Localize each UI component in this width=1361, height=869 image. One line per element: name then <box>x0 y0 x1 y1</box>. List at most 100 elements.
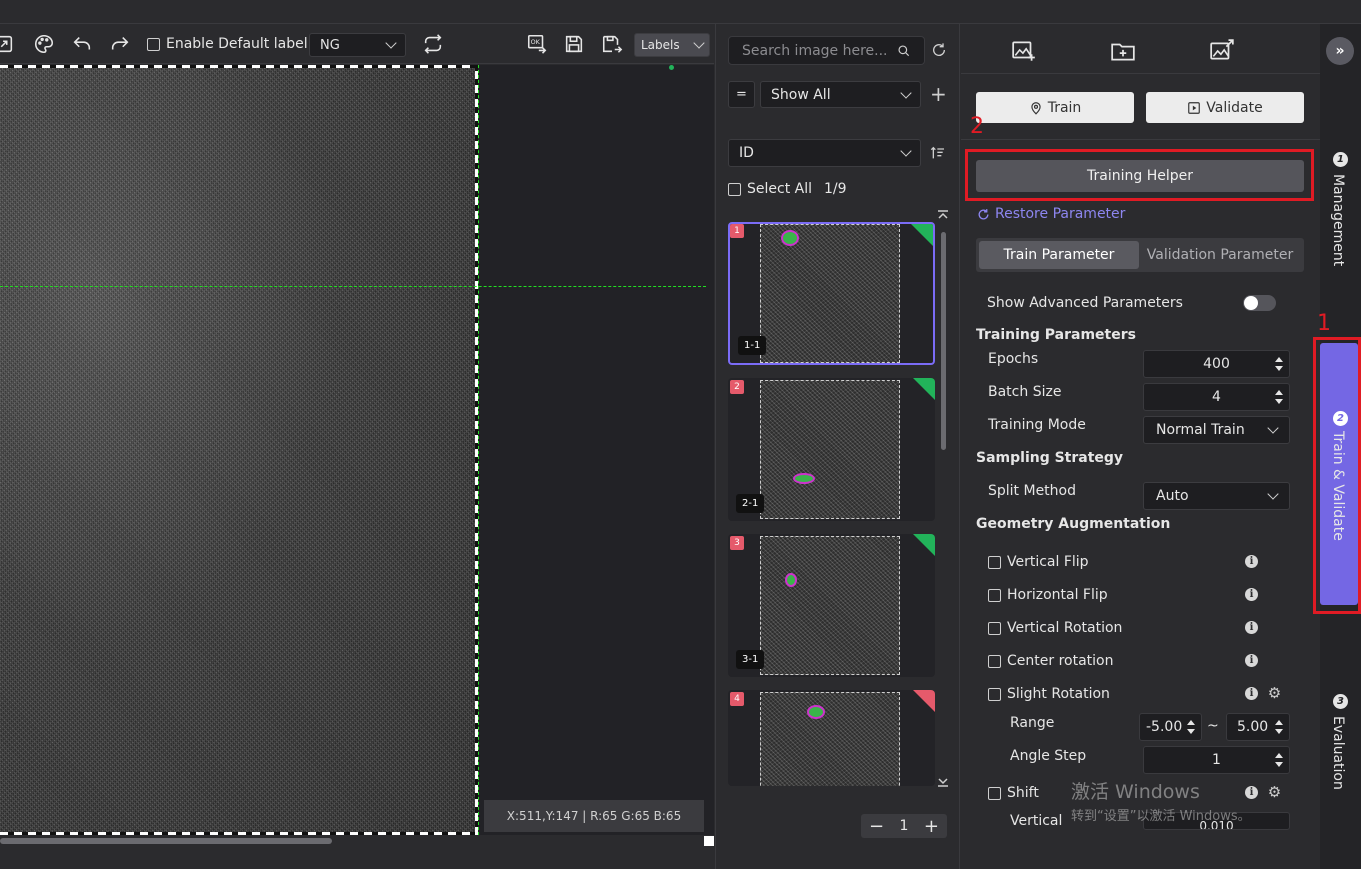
restore-parameter-link[interactable]: Restore Parameter <box>977 206 1125 222</box>
split-method-select[interactable]: Auto <box>1143 482 1290 510</box>
spin-arrows-icon[interactable] <box>1275 718 1283 736</box>
slight-rotation-option[interactable]: Slight Rotation <box>988 686 1110 702</box>
geometry-augmentation-heading: Geometry Augmentation <box>976 516 1171 532</box>
horizontal-flip-option[interactable]: Horizontal Flip <box>988 587 1108 603</box>
save-as-icon[interactable] <box>600 32 624 56</box>
split-method-label: Split Method <box>988 483 1076 499</box>
shift-label: Shift <box>1007 785 1039 801</box>
page-stepper[interactable]: − 1 + <box>861 814 947 838</box>
chevron-down-icon <box>693 37 705 49</box>
search-icon[interactable] <box>897 44 911 58</box>
image-thumbnail[interactable]: 4 <box>728 690 935 786</box>
range-max-stepper[interactable]: 5.00 <box>1226 713 1290 741</box>
rail-tab-management[interactable]: 1 Management <box>1320 140 1361 270</box>
horizontal-flip-checkbox[interactable] <box>988 588 1001 602</box>
filter-select[interactable]: Show All <box>760 81 921 108</box>
rail-tab-train-validate[interactable]: 2 Train & Validate <box>1320 343 1358 605</box>
filter-operator-value: = <box>736 87 747 102</box>
angle-step-stepper[interactable]: 1 <box>1143 746 1290 774</box>
search-input[interactable]: Search image here... <box>728 36 925 65</box>
page-number: 1 <box>899 818 909 834</box>
range-min-stepper[interactable]: -5.00 <box>1139 713 1202 741</box>
image-id-tag: 1-1 <box>738 336 767 355</box>
filter-value: Show All <box>771 86 831 103</box>
filter-operator[interactable]: = <box>728 81 755 108</box>
info-icon[interactable]: i <box>1245 555 1258 568</box>
spin-arrows-icon[interactable] <box>1275 388 1283 406</box>
batch-size-stepper[interactable]: 4 <box>1143 383 1290 411</box>
restore-icon <box>978 208 989 219</box>
center-rotation-checkbox[interactable] <box>988 654 1001 668</box>
add-filter-icon[interactable]: + <box>930 84 947 104</box>
ok-status-corner <box>913 378 935 400</box>
shift-checkbox[interactable] <box>988 786 1001 800</box>
vertical-rotation-option[interactable]: Vertical Rotation <box>988 620 1122 636</box>
page-next-button[interactable]: + <box>924 816 939 837</box>
gear-icon[interactable]: ⚙ <box>1267 686 1282 701</box>
enable-default-label-checkbox[interactable] <box>147 37 160 51</box>
view-mode-value: Labels <box>641 38 680 52</box>
info-icon[interactable]: i <box>1245 588 1258 601</box>
gear-icon[interactable]: ⚙ <box>1267 785 1282 800</box>
vertical-flip-option[interactable]: Vertical Flip <box>988 554 1089 570</box>
spin-arrows-icon[interactable] <box>1275 751 1283 769</box>
image-thumbnail[interactable]: 2 2-1 <box>728 378 935 521</box>
vertical-flip-label: Vertical Flip <box>1007 554 1089 570</box>
rail-tab-evaluation-label: Evaluation <box>1330 716 1346 790</box>
center-rotation-option[interactable]: Center rotation <box>988 653 1113 669</box>
select-all-checkbox[interactable] <box>728 182 741 196</box>
default-label-value: NG <box>320 37 340 53</box>
save-icon[interactable] <box>562 32 586 56</box>
repeat-icon[interactable] <box>421 32 445 56</box>
image-list-scrollbar[interactable] <box>941 232 946 450</box>
scroll-corner <box>704 836 714 846</box>
sort-select[interactable]: ID <box>728 139 921 167</box>
slight-rotation-checkbox[interactable] <box>988 687 1001 701</box>
select-all-toggle[interactable]: Select All <box>728 181 812 197</box>
select-all-label: Select All <box>747 181 812 197</box>
redo-icon[interactable] <box>108 32 132 56</box>
fit-icon[interactable] <box>0 32 16 56</box>
ok-icon[interactable]: OK <box>525 32 549 56</box>
tab-train-parameter[interactable]: Train Parameter <box>979 241 1139 269</box>
scroll-top-icon[interactable] <box>937 210 949 222</box>
info-icon[interactable]: i <box>1245 687 1258 700</box>
scroll-bottom-icon[interactable] <box>937 775 949 787</box>
image-canvas[interactable]: X:511,Y:147 | R:65 G:65 B:65 <box>0 65 714 835</box>
image-thumbnail[interactable]: 1 1-1 <box>728 222 935 365</box>
add-image-icon[interactable] <box>1011 38 1037 64</box>
training-helper-button[interactable]: Training Helper <box>976 160 1304 192</box>
vertical-flip-checkbox[interactable] <box>988 555 1001 569</box>
spin-arrows-icon[interactable] <box>1187 718 1195 736</box>
step-number-badge: 3 <box>1333 694 1348 709</box>
vertical-rotation-checkbox[interactable] <box>988 621 1001 635</box>
view-mode-select[interactable]: Labels <box>634 33 710 57</box>
epochs-stepper[interactable]: 400 <box>1143 350 1290 378</box>
training-mode-select[interactable]: Normal Train <box>1143 416 1290 444</box>
refresh-icon[interactable] <box>931 42 947 58</box>
shift-option[interactable]: Shift <box>988 785 1039 801</box>
sort-order-icon[interactable] <box>930 145 946 161</box>
thumbnail-image <box>760 224 900 363</box>
horizontal-flip-label: Horizontal Flip <box>1007 587 1108 603</box>
export-image-icon[interactable] <box>1209 38 1235 64</box>
validate-button[interactable]: Validate <box>1146 92 1304 123</box>
collapse-panel-icon[interactable]: » <box>1326 37 1354 65</box>
info-icon[interactable]: i <box>1245 654 1258 667</box>
defect-mark <box>781 230 799 246</box>
spin-arrows-icon[interactable] <box>1275 355 1283 373</box>
train-button[interactable]: Train <box>976 92 1134 123</box>
undo-icon[interactable] <box>70 32 94 56</box>
image-thumbnail[interactable]: 3 3-1 <box>728 534 935 677</box>
enable-default-label-toggle[interactable]: Enable Default label <box>147 36 308 52</box>
palette-icon[interactable] <box>32 32 56 56</box>
activation-watermark-subtitle: 转到“设置”以激活 Windows。 <box>1071 809 1251 824</box>
rail-tab-evaluation[interactable]: 3 Evaluation <box>1320 680 1361 800</box>
default-label-select[interactable]: NG <box>309 33 406 57</box>
page-prev-button[interactable]: − <box>869 816 884 837</box>
info-icon[interactable]: i <box>1245 786 1258 799</box>
tab-validation-parameter[interactable]: Validation Parameter <box>1140 241 1300 269</box>
info-icon[interactable]: i <box>1245 621 1258 634</box>
scrollbar-thumb[interactable] <box>0 838 332 844</box>
add-folder-icon[interactable] <box>1110 38 1136 64</box>
